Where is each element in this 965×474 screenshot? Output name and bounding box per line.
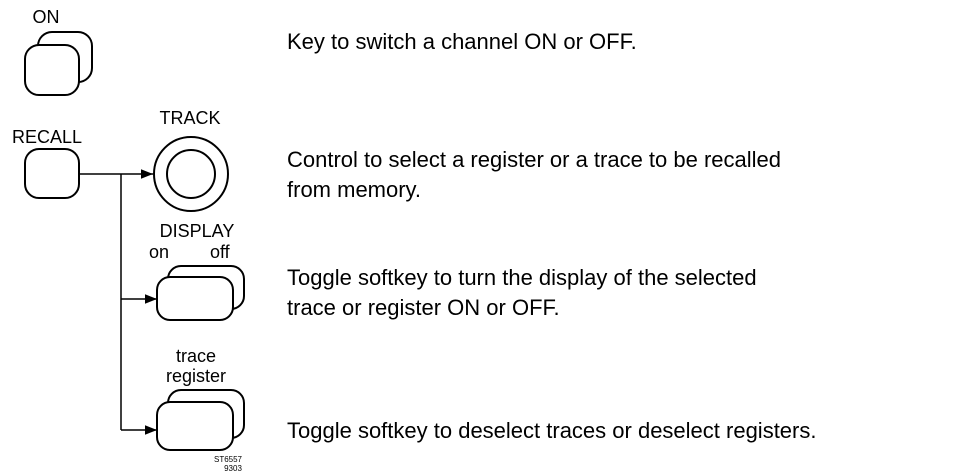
recall-key-label: RECALL [12, 127, 82, 147]
trace-register-description-line: Toggle softkey to deselect traces or des… [287, 418, 817, 443]
display-softkey-on-label: on [149, 242, 169, 262]
figure-code-sub: 9303 [224, 464, 242, 473]
display-description-line: trace or register ON or OFF. [287, 295, 560, 320]
track-description: Control to select a register or a trace … [287, 145, 781, 205]
trace-softkey-label-top: trace [176, 346, 216, 366]
track-description-line: from memory. [287, 177, 422, 202]
track-description-line: Control to select a register or a trace … [287, 147, 782, 172]
display-softkey-off-label: off [210, 242, 231, 262]
trace-register-softkey[interactable] [156, 389, 245, 451]
display-softkey-label: DISPLAY [160, 221, 235, 241]
on-key-description-line: Key to switch a channel ON or OFF. [287, 29, 637, 54]
on-key-description: Key to switch a channel ON or OFF. [287, 27, 637, 57]
trace-register-description: Toggle softkey to deselect traces or des… [287, 416, 816, 446]
display-description-line: Toggle softkey to turn the display of th… [287, 265, 757, 290]
connector-lines [79, 169, 157, 435]
trace-softkey-label-bottom: register [166, 366, 226, 386]
figure-code: ST6557 [214, 455, 243, 464]
on-key-label: ON [33, 7, 60, 27]
recall-key[interactable] [24, 148, 80, 199]
on-key[interactable] [24, 31, 93, 96]
display-softkey[interactable] [156, 265, 245, 321]
recall-diagram: ON RECALL TRACK DISPLAY on off trace reg… [12, 7, 245, 473]
display-description: Toggle softkey to turn the display of th… [287, 263, 757, 323]
track-control[interactable] [153, 136, 229, 212]
track-control-label: TRACK [159, 108, 220, 128]
